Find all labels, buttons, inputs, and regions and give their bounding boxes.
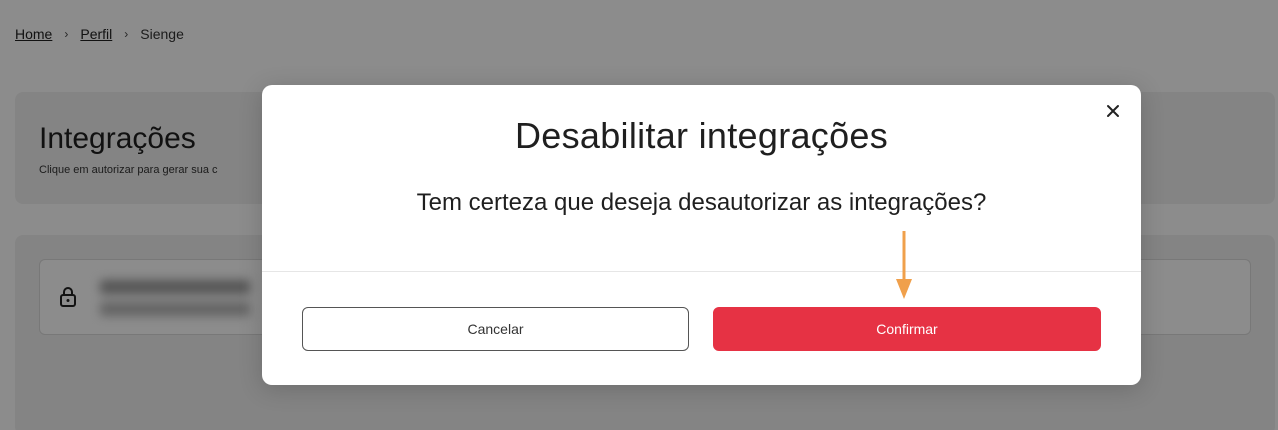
dialog-divider bbox=[262, 271, 1141, 272]
cancel-button[interactable]: Cancelar bbox=[302, 307, 689, 351]
arrow-down-icon bbox=[894, 231, 914, 301]
disable-integrations-dialog: Desabilitar integrações Tem certeza que … bbox=[262, 85, 1141, 385]
dialog-message: Tem certeza que deseja desautorizar as i… bbox=[416, 189, 987, 216]
confirm-button[interactable]: Confirmar bbox=[713, 307, 1101, 351]
dialog-title: Desabilitar integrações bbox=[514, 115, 889, 156]
